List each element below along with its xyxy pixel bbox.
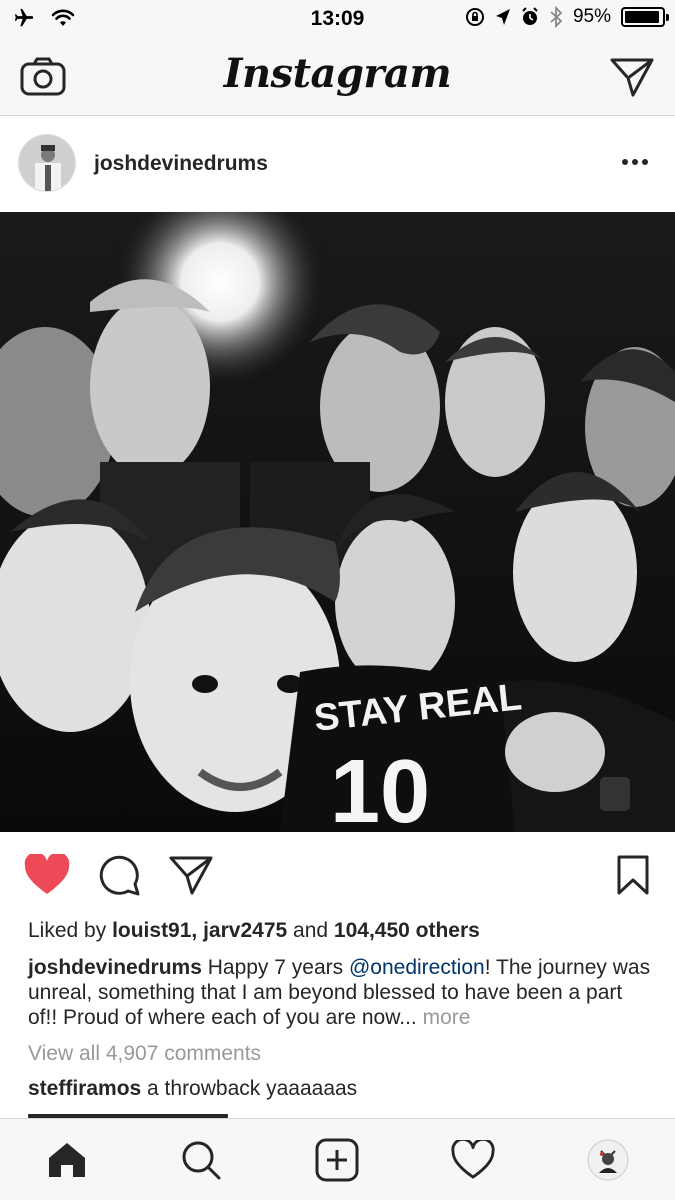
liker-jarv2475[interactable]: jarv2475	[203, 919, 287, 942]
nav-header: Instagram	[0, 38, 675, 116]
status-bar-right: 95%	[465, 6, 669, 28]
home-tab[interactable]	[44, 1137, 90, 1183]
tab-bar	[0, 1118, 675, 1200]
bluetooth-icon	[550, 6, 563, 28]
comment-text: a throwback yaaaaaas	[141, 1077, 358, 1100]
activity-heart-icon	[451, 1140, 495, 1179]
caption-more-link[interactable]: more	[417, 1006, 471, 1029]
alarm-icon	[522, 7, 538, 25]
search-tab[interactable]	[178, 1137, 224, 1183]
profile-tab[interactable]	[585, 1137, 631, 1183]
battery-icon	[621, 7, 669, 27]
like-heart-icon[interactable]	[24, 854, 70, 896]
caption-username[interactable]: joshdevinedrums	[28, 956, 202, 979]
post-actions	[0, 832, 675, 916]
bookmark-icon[interactable]	[616, 854, 650, 896]
avatar-image	[19, 135, 75, 191]
new-post-icon	[315, 1138, 359, 1182]
post-caption: joshdevinedrums Happy 7 years @onedirect…	[28, 955, 653, 1030]
liker-louist91[interactable]: louist91	[112, 919, 191, 942]
activity-tab[interactable]	[450, 1137, 496, 1183]
location-icon	[495, 9, 510, 25]
home-icon	[49, 1143, 85, 1177]
share-icon[interactable]	[168, 854, 214, 896]
comment-item: steffiramos a throwback yaaaaaas	[28, 1077, 357, 1101]
likes-separator: ,	[191, 919, 204, 942]
status-bar: 13:09 95%	[0, 0, 675, 38]
new-post-tab[interactable]	[314, 1137, 360, 1183]
post-header: joshdevinedrums	[0, 116, 675, 212]
likes-summary[interactable]: Liked by louist91, jarv2475 and 104,450 …	[28, 919, 480, 943]
battery-fill	[625, 11, 659, 23]
comment-username[interactable]: steffiramos	[28, 1077, 141, 1100]
caption-text-before: Happy 7 years	[201, 956, 349, 979]
instagram-logo: Instagram	[223, 50, 452, 97]
shirt-number: 10	[330, 742, 430, 832]
post-photo[interactable]: STAY REAL 10	[0, 212, 675, 832]
profile-avatar	[587, 1139, 629, 1181]
orientation-lock-icon	[465, 8, 484, 26]
comment-icon[interactable]	[98, 854, 140, 896]
battery-percent: 95%	[572, 6, 611, 27]
user-avatar[interactable]	[18, 134, 76, 192]
cut-off-comment	[28, 1108, 288, 1118]
view-all-comments-link[interactable]: View all 4,907 comments	[28, 1042, 261, 1066]
direct-send-icon[interactable]	[609, 56, 655, 98]
group-selfie-image: STAY REAL 10	[0, 212, 675, 832]
likes-prefix: Liked by	[28, 919, 113, 942]
caption-mention[interactable]: @onedirection	[349, 956, 485, 979]
post-username[interactable]: joshdevinedrums	[94, 152, 268, 176]
likes-and: and	[287, 919, 334, 942]
likes-others-count[interactable]: 104,450 others	[334, 919, 480, 942]
more-options-icon[interactable]	[621, 152, 649, 172]
search-icon	[182, 1141, 221, 1180]
